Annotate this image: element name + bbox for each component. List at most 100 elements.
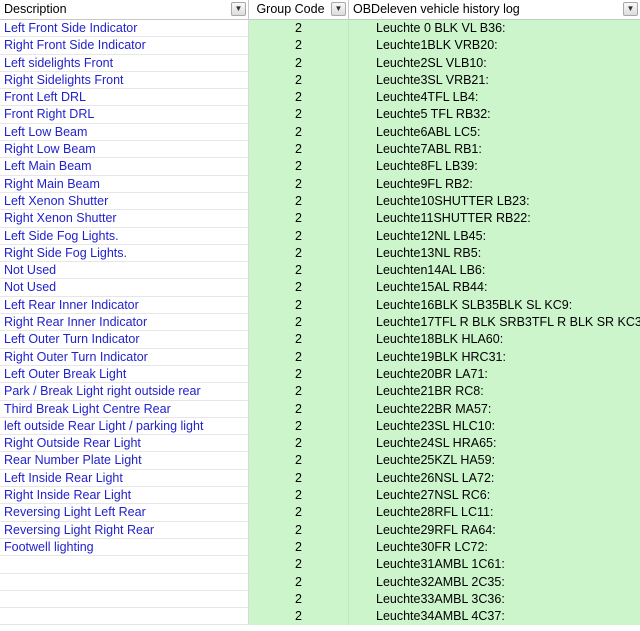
filter-dropdown-icon[interactable]: ▼ bbox=[231, 2, 246, 16]
description-cell[interactable] bbox=[0, 590, 249, 609]
group-code-cell[interactable]: 2 bbox=[249, 538, 349, 557]
description-cell[interactable]: Left Rear Inner Indicator bbox=[0, 296, 249, 315]
header-description[interactable]: Description ▼ bbox=[0, 0, 249, 19]
description-cell[interactable]: Footwell lighting bbox=[0, 538, 249, 557]
description-cell[interactable]: Right Outer Turn Indicator bbox=[0, 348, 249, 366]
description-cell[interactable]: Not Used bbox=[0, 279, 249, 297]
group-code-cell[interactable]: 2 bbox=[249, 141, 349, 159]
description-cell[interactable]: Left Outer Break Light bbox=[0, 365, 249, 384]
group-code-cell[interactable]: 2 bbox=[249, 400, 349, 418]
description-cell[interactable]: Right Front Side Indicator bbox=[0, 37, 249, 55]
log-cell[interactable]: Leuchte27NSL RC6: bbox=[349, 487, 640, 505]
log-cell[interactable]: Leuchte9FL RB2: bbox=[349, 175, 640, 193]
group-code-cell[interactable]: 2 bbox=[249, 435, 349, 453]
description-cell[interactable] bbox=[0, 573, 249, 591]
group-code-cell[interactable]: 2 bbox=[249, 365, 349, 384]
group-code-cell[interactable]: 2 bbox=[249, 54, 349, 72]
description-cell[interactable]: Left sidelights Front bbox=[0, 54, 249, 72]
description-cell[interactable]: Right Low Beam bbox=[0, 141, 249, 159]
description-cell[interactable]: Right Side Fog Lights. bbox=[0, 244, 249, 263]
group-code-cell[interactable]: 2 bbox=[249, 314, 349, 332]
description-cell[interactable]: Right Outside Rear Light bbox=[0, 435, 249, 453]
group-code-cell[interactable]: 2 bbox=[249, 504, 349, 522]
group-code-cell[interactable]: 2 bbox=[249, 296, 349, 315]
description-cell[interactable]: Left Side Fog Lights. bbox=[0, 227, 249, 245]
description-cell[interactable]: Left Main Beam bbox=[0, 158, 249, 176]
group-code-cell[interactable]: 2 bbox=[249, 106, 349, 124]
description-cell[interactable]: Right Sidelights Front bbox=[0, 71, 249, 90]
log-cell[interactable]: Leuchte6ABL LC5: bbox=[349, 123, 640, 142]
group-code-cell[interactable]: 2 bbox=[249, 192, 349, 211]
group-code-cell[interactable]: 2 bbox=[249, 123, 349, 142]
header-group-code[interactable]: Group Code ▼ bbox=[249, 0, 349, 19]
description-cell[interactable]: Front Right DRL bbox=[0, 106, 249, 124]
description-cell[interactable]: Left Xenon Shutter bbox=[0, 192, 249, 211]
header-log[interactable]: OBDeleven vehicle history log ▼ bbox=[349, 0, 640, 19]
group-code-cell[interactable]: 2 bbox=[249, 556, 349, 574]
group-code-cell[interactable]: 2 bbox=[249, 417, 349, 436]
log-cell[interactable]: Leuchte12NL LB45: bbox=[349, 227, 640, 245]
log-cell[interactable]: Leuchte18BLK HLA60: bbox=[349, 331, 640, 349]
description-cell[interactable]: Left Front Side Indicator bbox=[0, 20, 249, 38]
description-cell[interactable] bbox=[0, 608, 249, 626]
description-cell[interactable]: Right Xenon Shutter bbox=[0, 210, 249, 228]
log-cell[interactable]: Leuchte29RFL RA64: bbox=[349, 521, 640, 539]
log-cell[interactable]: Leuchte2SL VLB10: bbox=[349, 54, 640, 72]
description-cell[interactable]: Front Left DRL bbox=[0, 89, 249, 107]
description-cell[interactable] bbox=[0, 556, 249, 574]
description-cell[interactable]: Reversing Light Left Rear bbox=[0, 504, 249, 522]
group-code-cell[interactable]: 2 bbox=[249, 487, 349, 505]
group-code-cell[interactable]: 2 bbox=[249, 590, 349, 609]
group-code-cell[interactable]: 2 bbox=[249, 383, 349, 401]
log-cell[interactable]: Leuchte 0 BLK VL B36: bbox=[349, 20, 640, 38]
group-code-cell[interactable]: 2 bbox=[249, 227, 349, 245]
log-cell[interactable]: Leuchte23SL HLC10: bbox=[349, 417, 640, 436]
group-code-cell[interactable]: 2 bbox=[249, 20, 349, 38]
log-cell[interactable]: Leuchte22BR MA57: bbox=[349, 400, 640, 418]
description-cell[interactable]: Right Rear Inner Indicator bbox=[0, 314, 249, 332]
log-cell[interactable]: Leuchte11SHUTTER RB22: bbox=[349, 210, 640, 228]
group-code-cell[interactable]: 2 bbox=[249, 573, 349, 591]
group-code-cell[interactable]: 2 bbox=[249, 452, 349, 470]
group-code-cell[interactable]: 2 bbox=[249, 262, 349, 280]
log-cell[interactable]: Leuchte10SHUTTER LB23: bbox=[349, 192, 640, 211]
description-cell[interactable]: Left Outer Turn Indicator bbox=[0, 331, 249, 349]
description-cell[interactable]: Right Inside Rear Light bbox=[0, 487, 249, 505]
log-cell[interactable]: Leuchte17TFL R BLK SRB3TFL R BLK SR KC3: bbox=[349, 314, 640, 332]
log-cell[interactable]: Leuchte34AMBL 4C37: bbox=[349, 608, 640, 626]
group-code-cell[interactable]: 2 bbox=[249, 210, 349, 228]
description-cell[interactable]: left outside Rear Light / parking light bbox=[0, 417, 249, 436]
log-cell[interactable]: Leuchte28RFL LC11: bbox=[349, 504, 640, 522]
group-code-cell[interactable]: 2 bbox=[249, 521, 349, 539]
group-code-cell[interactable]: 2 bbox=[249, 244, 349, 263]
log-cell[interactable]: Leuchte1BLK VRB20: bbox=[349, 37, 640, 55]
group-code-cell[interactable]: 2 bbox=[249, 158, 349, 176]
log-cell[interactable]: Leuchte5 TFL RB32: bbox=[349, 106, 640, 124]
description-cell[interactable]: Park / Break Light right outside rear bbox=[0, 383, 249, 401]
group-code-cell[interactable]: 2 bbox=[249, 175, 349, 193]
log-cell[interactable]: Leuchte21BR RC8: bbox=[349, 383, 640, 401]
group-code-cell[interactable]: 2 bbox=[249, 71, 349, 90]
log-cell[interactable]: Leuchte31AMBL 1C61: bbox=[349, 556, 640, 574]
filter-active-icon[interactable]: ▼ bbox=[331, 2, 346, 16]
log-cell[interactable]: Leuchte32AMBL 2C35: bbox=[349, 573, 640, 591]
log-cell[interactable]: Leuchte4TFL LB4: bbox=[349, 89, 640, 107]
group-code-cell[interactable]: 2 bbox=[249, 331, 349, 349]
log-cell[interactable]: Leuchte15AL RB44: bbox=[349, 279, 640, 297]
log-cell[interactable]: Leuchte13NL RB5: bbox=[349, 244, 640, 263]
description-cell[interactable]: Reversing Light Right Rear bbox=[0, 521, 249, 539]
log-cell[interactable]: Leuchten14AL LB6: bbox=[349, 262, 640, 280]
group-code-cell[interactable]: 2 bbox=[249, 37, 349, 55]
group-code-cell[interactable]: 2 bbox=[249, 348, 349, 366]
log-cell[interactable]: Leuchte26NSL LA72: bbox=[349, 469, 640, 488]
description-cell[interactable]: Left Low Beam bbox=[0, 123, 249, 142]
description-cell[interactable]: Not Used bbox=[0, 262, 249, 280]
log-cell[interactable]: Leuchte8FL LB39: bbox=[349, 158, 640, 176]
description-cell[interactable]: Left Inside Rear Light bbox=[0, 469, 249, 488]
group-code-cell[interactable]: 2 bbox=[249, 279, 349, 297]
log-cell[interactable]: Leuchte7ABL RB1: bbox=[349, 141, 640, 159]
description-cell[interactable]: Right Main Beam bbox=[0, 175, 249, 193]
log-cell[interactable]: Leuchte33AMBL 3C36: bbox=[349, 590, 640, 609]
group-code-cell[interactable]: 2 bbox=[249, 608, 349, 626]
group-code-cell[interactable]: 2 bbox=[249, 89, 349, 107]
